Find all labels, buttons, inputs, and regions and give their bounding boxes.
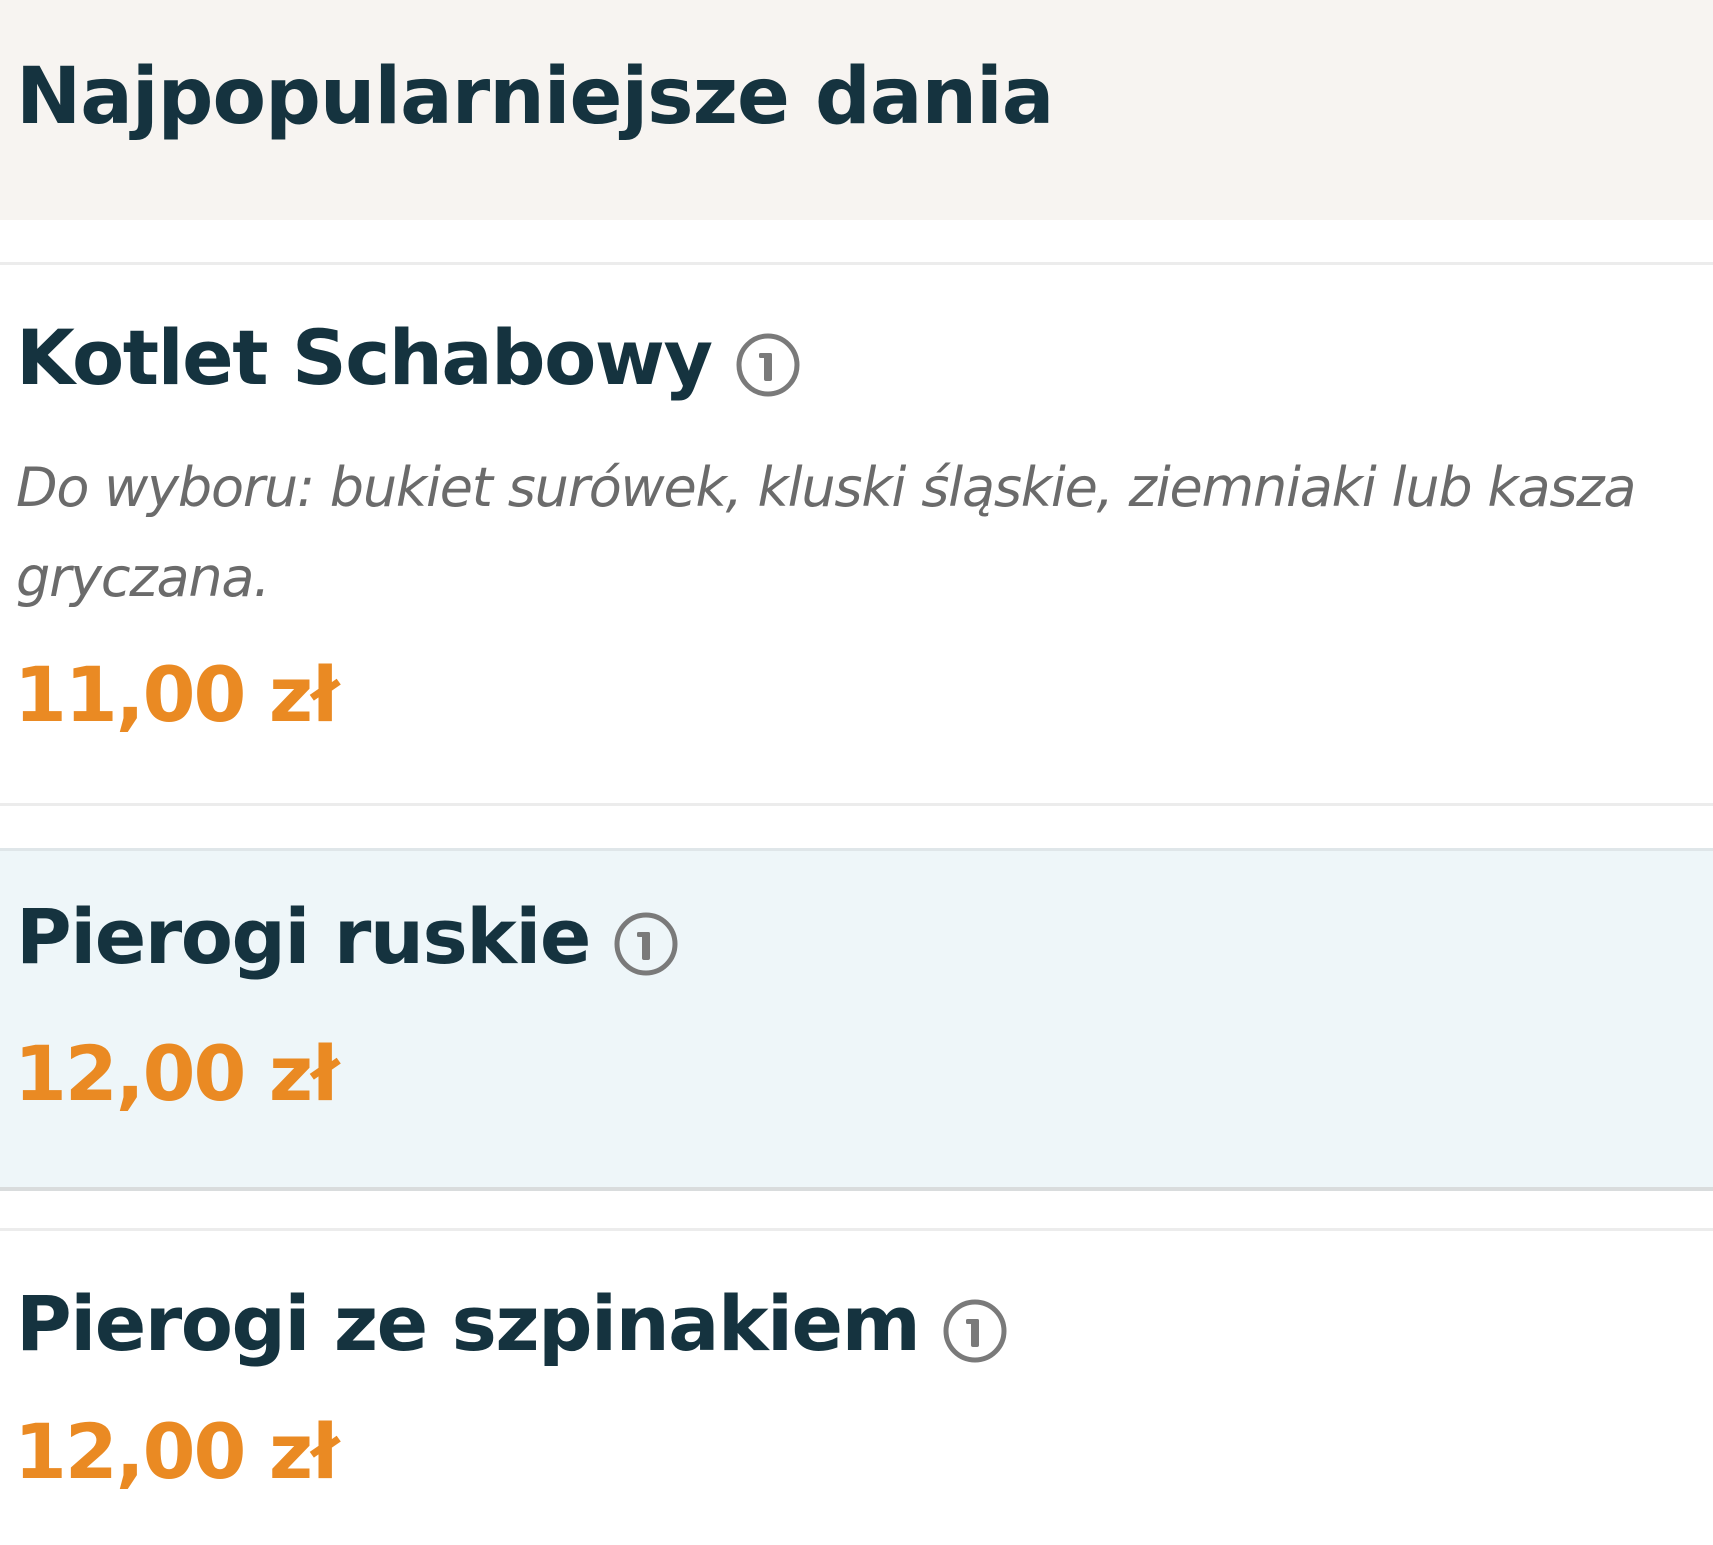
info-circle-icon[interactable] — [734, 331, 802, 399]
info-circle-icon[interactable] — [941, 1297, 1009, 1365]
dish-price: 11,00 zł — [14, 650, 339, 739]
dish-name: Kotlet Schabowy — [16, 313, 713, 402]
dish-description: Do wyboru: bukiet surówek, kluski śląski… — [16, 456, 1637, 609]
dish-name-row: Kotlet Schabowy — [16, 317, 802, 399]
dish-item-pierogi-ruskie[interactable]: Pierogi ruskie 12,00 zł — [0, 848, 1713, 1191]
dish-name-row: Pierogi ruskie — [16, 896, 680, 978]
dish-item-pierogi-ze-szpinakiem[interactable]: Pierogi ze szpinakiem 12,00 zł — [0, 1231, 1713, 1545]
dish-price: 12,00 zł — [14, 1029, 339, 1118]
dish-name: Pierogi ruskie — [16, 892, 591, 981]
section-header: Najpopularniejsze dania — [0, 0, 1713, 220]
dish-item-kotlet-schabowy[interactable]: Kotlet Schabowy Do wyboru: bukiet surówe… — [0, 265, 1713, 803]
info-circle-icon[interactable] — [612, 910, 680, 978]
dish-name-row: Pierogi ze szpinakiem — [16, 1283, 1009, 1365]
divider — [0, 803, 1713, 806]
dish-name: Pierogi ze szpinakiem — [16, 1279, 921, 1368]
section-title: Najpopularniejsze dania — [16, 52, 1054, 142]
dish-price: 12,00 zł — [14, 1407, 339, 1496]
menu-page: Najpopularniejsze dania Kotlet Schabowy … — [0, 0, 1713, 1545]
